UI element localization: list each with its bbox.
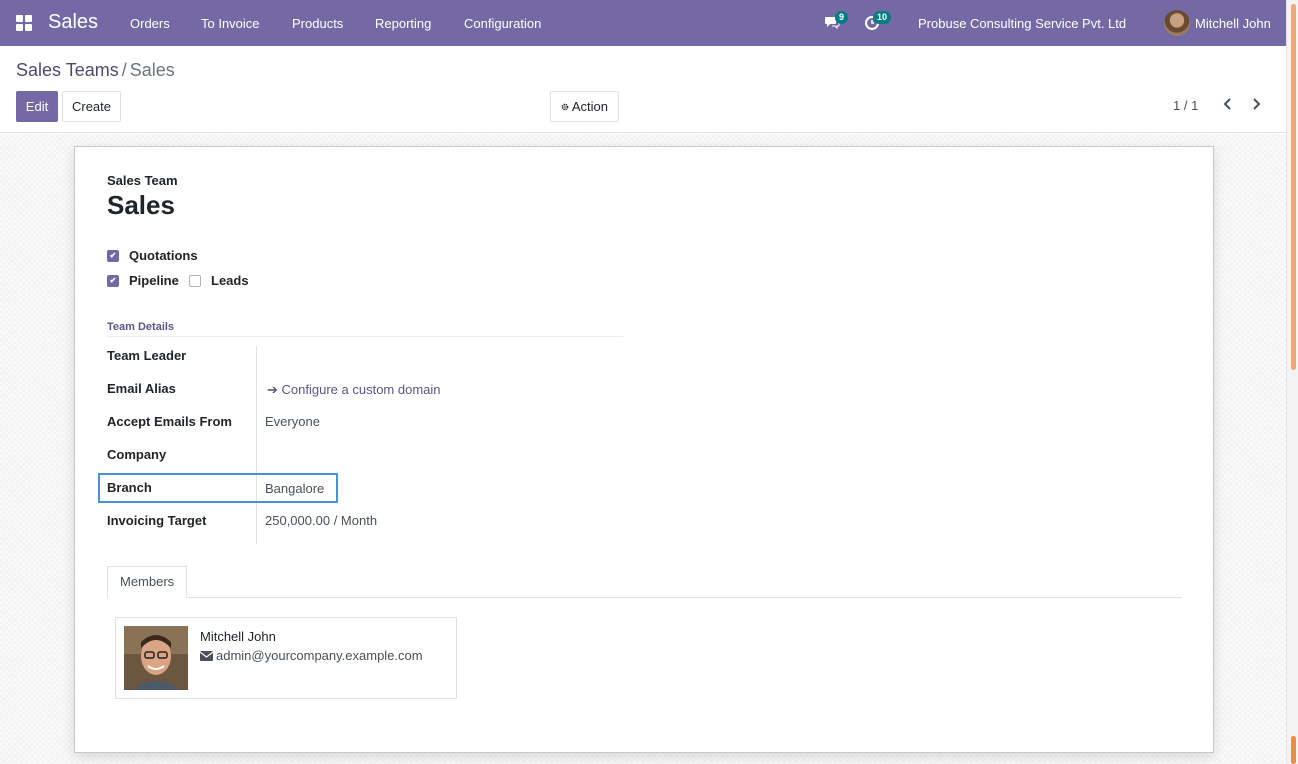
invoicing-target-label: Invoicing Target [107,513,207,528]
arrow-right-icon: ➔ [267,382,278,397]
menu-orders[interactable]: Orders [130,16,170,31]
team-details-group-title: Team Details [107,321,623,337]
pipeline-option: ✔ Pipeline [107,273,179,288]
quotations-option: ✔ Quotations [107,248,198,263]
pager-next-button[interactable] [1246,95,1266,115]
messages-count-badge: 9 [835,11,849,24]
accept-emails-value: Everyone [265,414,320,429]
member-photo [124,626,188,690]
menu-to-invoice[interactable]: To Invoice [201,16,260,31]
quotations-checkbox[interactable]: ✔ [107,249,119,262]
app-brand[interactable]: Sales [48,11,98,34]
member-email: admin@yourcompany.example.com [200,648,423,663]
action-button-label: Action [571,99,608,114]
leads-checkbox[interactable] [189,274,201,287]
branch-value[interactable]: Bangalore [265,481,324,496]
record-title: Sales [107,190,175,220]
invoicing-target-value: 250,000.00 / Month [265,513,377,528]
form-sheet: Sales Team Sales ✔ Quotations ✔ Pipeline… [74,146,1214,753]
scrollbar-thumb-bottom[interactable] [1291,736,1296,764]
chevron-left-icon [1223,98,1231,110]
field-divider [256,346,257,544]
scrollbar-thumb[interactable] [1291,4,1296,370]
action-button[interactable]: Action [550,91,619,122]
leads-option: Leads [189,273,249,288]
tab-members[interactable]: Members [107,566,188,598]
menu-products[interactable]: Products [292,16,343,31]
configure-domain-label: Configure a custom domain [281,382,441,397]
create-button[interactable]: Create [62,91,121,122]
apps-menu-icon[interactable] [16,15,32,31]
menu-reporting[interactable]: Reporting [375,16,431,31]
member-email-text: admin@yourcompany.example.com [216,648,423,663]
branch-label: Branch [107,480,152,495]
breadcrumb: Sales Teams / Sales [16,60,175,81]
activities-count-badge: 10 [873,11,892,24]
menu-configuration[interactable]: Configuration [464,16,541,31]
top-navbar: Sales Orders To Invoice Products Reporti… [0,0,1286,46]
breadcrumb-current: Sales [129,60,175,80]
record-type-label: Sales Team [107,173,178,188]
breadcrumb-sales-teams[interactable]: Sales Teams [16,60,119,80]
activities-button[interactable]: 10 [864,11,892,33]
notebook-tabs: Members [107,566,1182,598]
company-label: Company [107,447,167,462]
messages-button[interactable]: 9 [824,11,849,33]
edit-button[interactable]: Edit [16,91,58,122]
pipeline-checkbox[interactable]: ✔ [107,274,119,287]
pipeline-label: Pipeline [129,273,179,288]
email-alias-label: Email Alias [107,381,176,396]
chevron-right-icon [1253,98,1261,110]
pager-value[interactable]: 1 / 1 [1173,98,1198,113]
member-card[interactable]: Mitchell John admin@yourcompany.example.… [115,617,457,699]
member-name: Mitchell John [200,629,276,644]
user-menu[interactable]: Mitchell John [1164,10,1271,36]
quotations-label: Quotations [129,248,198,263]
page-scrollbar[interactable] [1286,0,1298,764]
configure-domain-link[interactable]: ➔ Configure a custom domain [267,382,441,398]
user-name: Mitchell John [1195,15,1271,31]
user-avatar [1164,10,1190,36]
invoicing-target-unit: / Month [333,513,378,528]
invoicing-target-amount: 250,000.00 [265,513,331,528]
leads-label: Leads [211,273,249,288]
gear-icon [561,103,569,110]
team-leader-label: Team Leader [107,348,187,363]
company-switcher[interactable]: Probuse Consulting Service Pvt. Ltd [918,16,1126,31]
pager-previous-button[interactable] [1218,95,1238,115]
accept-emails-label: Accept Emails From [107,414,232,429]
control-panel: Sales Teams / Sales Edit Create Action 1 /… [0,46,1286,133]
breadcrumb-separator: / [121,60,127,80]
envelope-icon [200,650,213,661]
